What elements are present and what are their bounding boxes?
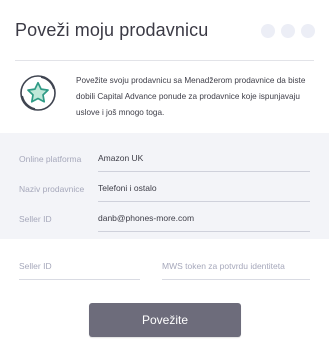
mws-token-input[interactable]: MWS token za potvrdu identiteta [162,257,310,280]
window-dot-icon[interactable] [261,24,275,38]
store-name-row: Naziv prodavnice Telefoni i ostalo [19,177,310,202]
store-name-value[interactable]: Telefoni i ostalo [98,177,310,202]
credential-inputs: Seller ID MWS token za potvrdu identitet… [0,239,329,362]
connect-button[interactable]: Povežite [89,303,241,337]
store-details-panel: Online platforma Amazon UK Naziv prodavn… [0,133,329,239]
online-platform-value[interactable]: Amazon UK [98,147,310,172]
window-dot-icon[interactable] [301,24,315,38]
header: Poveži moju prodavnicu [0,0,329,56]
connect-store-page: Poveži moju prodavnicu Povežite svoju pr… [0,0,329,362]
online-platform-label: Online platforma [19,154,82,164]
intro-text: Povežite svoju prodavnicu sa Menadžerom … [76,76,306,117]
seller-id-row: Seller ID danb@phones-more.com [19,207,310,232]
page-title: Poveži moju prodavnicu [15,20,209,40]
window-dot-icon[interactable] [281,24,295,38]
star-badge-icon [16,71,60,115]
seller-id-input[interactable]: Seller ID [19,257,140,280]
store-name-label: Naziv prodavnice [19,184,85,194]
seller-id-label: Seller ID [19,214,52,224]
window-controls [261,24,315,38]
seller-id-value[interactable]: danb@phones-more.com [98,207,310,232]
intro-section: Povežite svoju prodavnicu sa Menadžerom … [0,61,329,131]
online-platform-row: Online platforma Amazon UK [19,147,310,172]
